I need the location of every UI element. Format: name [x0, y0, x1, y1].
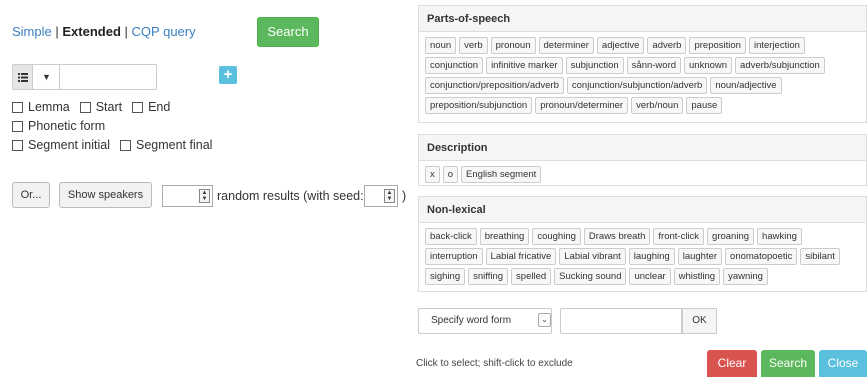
- filter-tag[interactable]: sånn-word: [626, 57, 682, 74]
- filter-tag[interactable]: pause: [686, 97, 723, 114]
- spinner-icon[interactable]: ▲ ▼: [384, 189, 395, 203]
- filter-tag[interactable]: onomatopoetic: [725, 248, 798, 265]
- filter-tag[interactable]: conjunction/subjunction/adverb: [566, 77, 708, 94]
- checkbox-row-lemma: Lemma Start End: [12, 100, 170, 114]
- filter-tag[interactable]: sniffing: [468, 268, 509, 285]
- description-tag-list: x o English segment: [419, 161, 866, 188]
- filter-tag[interactable]: Labial vibrant: [559, 248, 626, 265]
- pos-section: Parts-of-speech noun verb pronoun determine…: [418, 5, 867, 123]
- filter-tag[interactable]: hawking: [757, 228, 802, 245]
- description-section: Description x o English segment: [418, 134, 867, 186]
- filter-tag[interactable]: o: [442, 166, 459, 183]
- end-label: End: [148, 100, 171, 114]
- segment-final-checkbox[interactable]: [120, 139, 131, 151]
- mode-separator: |: [124, 24, 128, 39]
- filter-tag[interactable]: verb: [459, 37, 488, 54]
- filter-tag[interactable]: determiner: [538, 37, 594, 54]
- filter-tag[interactable]: back-click: [425, 228, 477, 245]
- mode-cqp-link[interactable]: CQP query: [132, 24, 196, 39]
- filter-tag[interactable]: coughing: [532, 228, 581, 245]
- random-count-input[interactable]: ▲ ▼: [162, 185, 213, 207]
- filter-tag[interactable]: unknown: [684, 57, 733, 74]
- checkbox-row-phonetic: Phonetic form: [12, 119, 105, 133]
- search-mode-links: Simple | Extended | CQP query: [12, 24, 196, 39]
- clear-button[interactable]: Clear: [707, 350, 757, 377]
- filter-tag[interactable]: infinitive marker: [486, 57, 563, 74]
- filter-tag[interactable]: Sucking sound: [554, 268, 627, 285]
- lemma-checkbox[interactable]: [12, 101, 23, 113]
- phonetic-label: Phonetic form: [28, 119, 106, 133]
- mode-extended-link[interactable]: Extended: [62, 24, 121, 39]
- nonlexical-section: Non-lexical back-click breathing coughing D…: [418, 196, 867, 292]
- filter-tag[interactable]: pronoun: [490, 37, 536, 54]
- lemma-label: Lemma: [28, 100, 70, 114]
- filter-tag[interactable]: interjection: [748, 37, 805, 54]
- start-label: Start: [95, 100, 123, 114]
- word-form-ok-button[interactable]: OK: [682, 308, 717, 334]
- word-form-input[interactable]: [560, 308, 682, 334]
- mode-simple-link[interactable]: Simple: [12, 24, 52, 39]
- seed-input[interactable]: ▲ ▼: [364, 185, 398, 207]
- plus-icon[interactable]: +: [219, 66, 237, 84]
- end-checkbox[interactable]: [132, 101, 144, 113]
- phonetic-checkbox[interactable]: [12, 120, 23, 132]
- filter-tag[interactable]: adverb: [647, 37, 687, 54]
- filter-tag[interactable]: conjunction: [425, 57, 484, 74]
- filter-tag[interactable]: English segment: [461, 166, 542, 183]
- filter-tag[interactable]: sibilant: [800, 248, 840, 265]
- filter-tag[interactable]: x: [425, 166, 440, 183]
- caret-down-icon[interactable]: ▼: [34, 65, 60, 89]
- filter-tag[interactable]: breathing: [479, 228, 530, 245]
- filter-tag[interactable]: noun/adjective: [710, 77, 782, 94]
- search-button[interactable]: Search: [257, 17, 319, 47]
- mode-separator: |: [55, 24, 59, 39]
- filter-tag[interactable]: groaning: [707, 228, 755, 245]
- filter-tag[interactable]: subjunction: [565, 57, 624, 74]
- filter-tag[interactable]: Labial fricative: [485, 248, 557, 265]
- filter-tag[interactable]: adverb/subjunction: [735, 57, 825, 74]
- closing-paren: ): [402, 189, 407, 203]
- filter-tag[interactable]: adjective: [596, 37, 645, 54]
- word-form-select[interactable]: Specify word form: [418, 308, 552, 334]
- description-heading: Description: [419, 135, 866, 161]
- or-button[interactable]: Or...: [12, 182, 50, 208]
- filter-tag[interactable]: unclear: [629, 268, 671, 285]
- filter-tag[interactable]: whistling: [673, 268, 721, 285]
- nonlexical-heading: Non-lexical: [419, 197, 866, 223]
- filter-tag[interactable]: Draws breath: [583, 228, 651, 245]
- start-checkbox[interactable]: [79, 101, 91, 113]
- filter-tag[interactable]: front-click: [653, 228, 705, 245]
- filter-tag[interactable]: laughing: [628, 248, 675, 265]
- filter-tag[interactable]: preposition/subjunction: [425, 97, 533, 114]
- show-speakers-button[interactable]: Show speakers: [59, 182, 152, 208]
- chevron-down-icon[interactable]: ⌄: [538, 313, 551, 327]
- filter-tag[interactable]: verb/noun: [631, 97, 684, 114]
- selection-hint: Click to select; shift-click to exclude: [416, 358, 573, 369]
- filter-tag[interactable]: preposition: [689, 37, 746, 54]
- segment-final-label: Segment final: [136, 138, 213, 152]
- filter-tag[interactable]: spelled: [511, 268, 552, 285]
- pos-heading: Parts-of-speech: [419, 6, 866, 32]
- segment-initial-checkbox[interactable]: [12, 139, 23, 151]
- filter-tag[interactable]: yawning: [723, 268, 768, 285]
- filter-search-button[interactable]: Search: [761, 350, 815, 377]
- filter-tag[interactable]: conjunction/preposition/adverb: [425, 77, 564, 94]
- pos-tag-list: noun verb pronoun determiner adjective adverb…: [419, 32, 866, 119]
- filter-tag[interactable]: sighing: [425, 268, 466, 285]
- filter-tag[interactable]: pronoun/determiner: [535, 97, 629, 114]
- close-button[interactable]: Close: [819, 350, 867, 377]
- list-icon[interactable]: [13, 65, 33, 89]
- filter-tag[interactable]: laughter: [677, 248, 723, 265]
- random-results-label: random results (with seed:: [217, 189, 364, 203]
- segment-initial-label: Segment initial: [28, 138, 110, 152]
- filter-tag[interactable]: interruption: [425, 248, 483, 265]
- checkbox-row-segment: Segment initial Segment final: [12, 138, 212, 152]
- filter-tag[interactable]: noun: [425, 37, 457, 54]
- nonlexical-tag-list: back-click breathing coughing Draws breath f…: [419, 223, 866, 290]
- spinner-icon[interactable]: ▲ ▼: [199, 189, 210, 203]
- search-panel: Simple | Extended | CQP query Search ▼ +…: [0, 0, 410, 377]
